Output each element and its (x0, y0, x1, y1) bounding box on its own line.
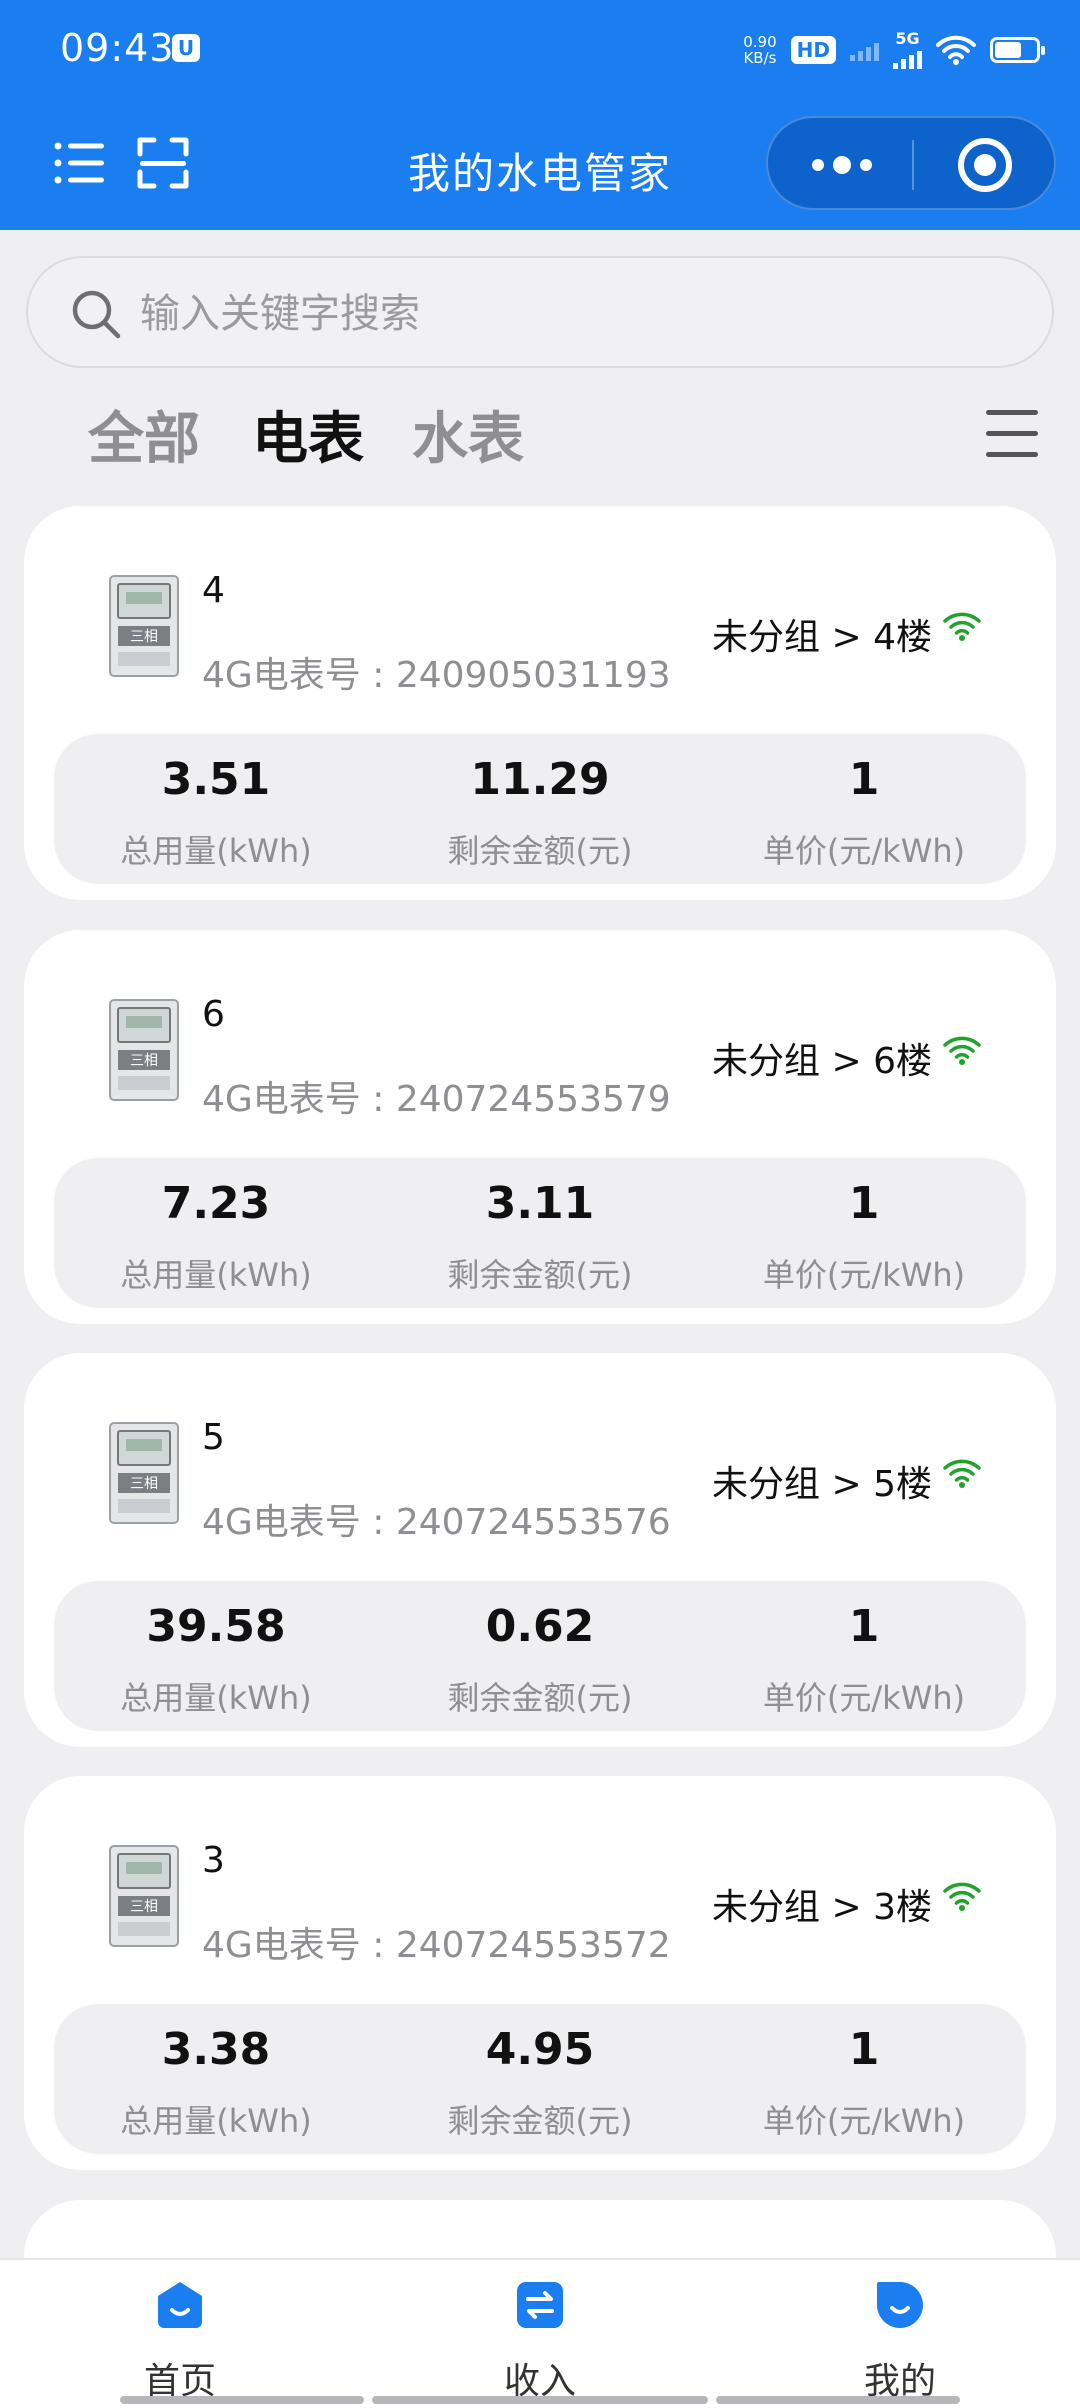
stat-balance: 3.11 剩余金额(元) (447, 1178, 633, 1294)
online-wifi-icon (943, 1459, 981, 1488)
stat-unit-price: 1 单价(元/kWh) (762, 2024, 966, 2140)
status-indicators: 0.90 KB/s HD 5G (743, 30, 1045, 70)
nav-home[interactable]: 首页 (0, 2260, 360, 2408)
profile-icon (877, 2282, 923, 2328)
net-speed: 0.90 KB/s (743, 33, 777, 67)
notification-app-icon: U (172, 34, 200, 62)
meter-stats: 39.58 总用量(kWh) 0.62 剩余金额(元) 1 单价(元/kWh) (54, 1581, 1026, 1731)
stat-balance: 11.29 剩余金额(元) (447, 754, 633, 870)
search-bar[interactable] (26, 256, 1054, 368)
electric-meter-icon: 三相 (109, 1845, 179, 1947)
meter-group: 未分组 > 5楼 (712, 1464, 932, 1505)
search-icon (72, 290, 121, 339)
meter-card[interactable]: 三相 5 4G电表号 : 240724553576 未分组 > 5楼 39.58… (24, 1353, 1056, 1747)
nav-profile[interactable]: 我的 (720, 2260, 1080, 2408)
stat-total-usage: 39.58 总用量(kWh) (120, 1601, 312, 1717)
menu-icon[interactable] (986, 410, 1038, 458)
stat-balance: 4.95 剩余金额(元) (447, 2024, 633, 2140)
stat-unit-price: 1 单价(元/kWh) (762, 754, 966, 870)
meter-serial: 4G电表号 : 240905031193 (202, 655, 671, 696)
meter-name: 5 (202, 1417, 225, 1458)
app-header: 09:43 U 0.90 KB/s HD 5G 我的水电管家 (0, 0, 1080, 230)
meter-group: 未分组 > 4楼 (712, 617, 932, 658)
stat-unit-price: 1 单价(元/kWh) (762, 1601, 966, 1717)
hd-icon: HD (790, 36, 836, 64)
signal-sim1-icon (850, 39, 879, 61)
meter-card[interactable]: 三相 4 4G电表号 : 240905031193 未分组 > 4楼 3.51 … (24, 506, 1056, 900)
online-wifi-icon (943, 1882, 981, 1911)
tab-water[interactable]: 水表 (412, 394, 524, 475)
meter-stats: 3.51 总用量(kWh) 11.29 剩余金额(元) 1 单价(元/kWh) (54, 734, 1026, 884)
meter-name: 6 (202, 994, 225, 1035)
online-wifi-icon (943, 1036, 981, 1065)
wifi-icon (936, 35, 976, 65)
capsule-divider (912, 140, 914, 190)
status-time: 09:43 (60, 26, 175, 70)
home-icon (158, 2282, 202, 2328)
stat-total-usage: 3.38 总用量(kWh) (120, 2024, 312, 2140)
transfer-icon (517, 2282, 563, 2328)
nav-income[interactable]: 收入 (360, 2260, 720, 2408)
meter-name: 4 (202, 570, 225, 611)
svg-text:三相: 三相 (130, 629, 158, 645)
gesture-bar-center (372, 2396, 708, 2404)
electric-meter-icon: 三相 (109, 999, 179, 1101)
meter-stats: 3.38 总用量(kWh) 4.95 剩余金额(元) 1 单价(元/kWh) (54, 2004, 1026, 2154)
online-wifi-icon (943, 612, 981, 641)
bottom-nav: 首页 收入 我的 (0, 2258, 1080, 2408)
meter-name: 3 (202, 1840, 225, 1881)
tab-electricity[interactable]: 电表 (252, 394, 364, 475)
gesture-bar-left (120, 2396, 364, 2404)
meter-serial: 4G电表号 : 240724553572 (202, 1925, 671, 1966)
signal-sim2-icon (893, 47, 922, 69)
svg-text:三相: 三相 (130, 1476, 158, 1492)
network-type: 5G (893, 31, 922, 69)
search-input[interactable] (140, 284, 1000, 344)
tab-all[interactable]: 全部 (88, 394, 200, 475)
meter-group: 未分组 > 3楼 (712, 1887, 932, 1928)
close-target-icon[interactable] (958, 138, 1012, 192)
more-icon[interactable] (806, 148, 878, 182)
meter-card[interactable]: 三相 3 4G电表号 : 240724553572 未分组 > 3楼 3.38 … (24, 1776, 1056, 2170)
gesture-bar-right (716, 2396, 960, 2404)
mini-program-capsule (766, 116, 1056, 210)
meter-stats: 7.23 总用量(kWh) 3.11 剩余金额(元) 1 单价(元/kWh) (54, 1158, 1026, 1308)
meter-serial: 4G电表号 : 240724553576 (202, 1502, 671, 1543)
electric-meter-icon: 三相 (109, 1422, 179, 1524)
stat-balance: 0.62 剩余金额(元) (447, 1601, 633, 1717)
meter-card[interactable]: 三相 6 4G电表号 : 240724553579 未分组 > 6楼 7.23 … (24, 930, 1056, 1324)
stat-total-usage: 3.51 总用量(kWh) (120, 754, 312, 870)
stat-unit-price: 1 单价(元/kWh) (762, 1178, 966, 1294)
meter-serial: 4G电表号 : 240724553579 (202, 1079, 671, 1120)
svg-text:三相: 三相 (130, 1899, 158, 1915)
stat-total-usage: 7.23 总用量(kWh) (120, 1178, 312, 1294)
meter-group: 未分组 > 6楼 (712, 1041, 932, 1082)
svg-text:三相: 三相 (130, 1053, 158, 1069)
electric-meter-icon: 三相 (109, 575, 179, 677)
battery-icon (990, 37, 1045, 63)
